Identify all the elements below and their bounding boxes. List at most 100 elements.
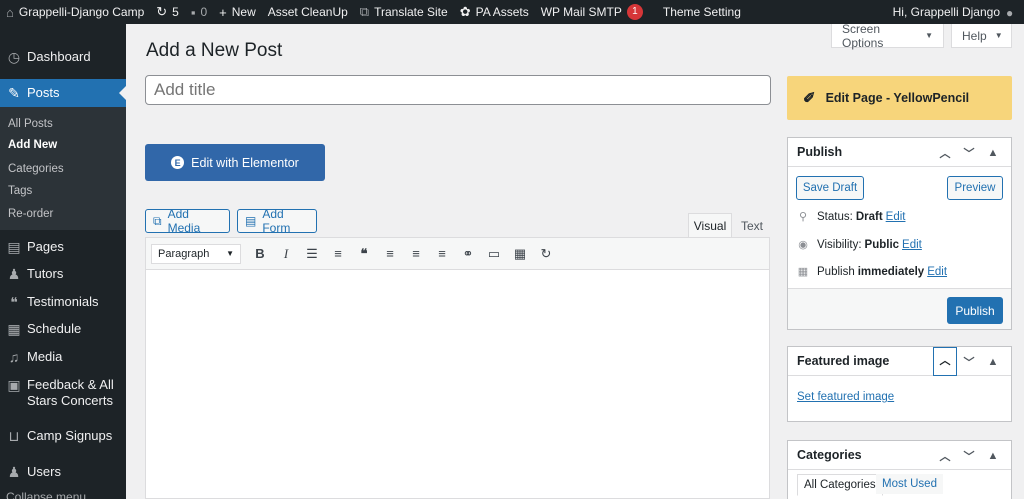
posts-submenu: All Posts Add New Categories Tags Re-ord… — [0, 107, 126, 230]
move-down-icon[interactable]: ﹀ — [957, 354, 981, 370]
new-content-link[interactable]: + New — [213, 0, 262, 24]
align-center-icon[interactable]: ≡ — [403, 246, 429, 261]
pin-icon: ⚲ — [798, 211, 808, 223]
help-button[interactable]: Help ▼ — [951, 24, 1012, 48]
link-icon[interactable]: ⚭ — [455, 246, 481, 262]
menu-dashboard[interactable]: ◷ Dashboard — [0, 49, 126, 65]
align-left-icon[interactable]: ≡ — [377, 246, 403, 261]
quote-icon: ❝ — [10, 294, 18, 310]
user-avatar-icon: ● — [1006, 6, 1014, 20]
menu-posts[interactable]: ✎ Posts — [0, 79, 126, 107]
preview-button[interactable]: Preview — [947, 176, 1003, 200]
form-icon: ▤ — [245, 214, 257, 228]
move-up-icon[interactable]: ︿ — [933, 145, 957, 161]
pa-assets-icon: ✿ — [459, 4, 471, 19]
calendar-icon: ▦ — [7, 321, 21, 337]
bold-icon[interactable]: B — [247, 246, 273, 261]
yellowpencil-button[interactable]: ✐ Edit Page - YellowPencil — [787, 76, 1012, 120]
screen-options-button[interactable]: Screen Options ▼ — [831, 22, 944, 50]
post-title-input[interactable] — [145, 75, 771, 105]
toolbar-toggle-icon[interactable]: ▦ — [507, 246, 533, 262]
menu-schedule[interactable]: ▦ Schedule — [0, 321, 126, 337]
page-title: Add a New Post — [146, 40, 283, 61]
submenu-re-order[interactable]: Re-order — [8, 208, 53, 220]
move-down-icon[interactable]: ﹀ — [957, 448, 981, 464]
admin-bar: ⌂ Grappelli-Django Camp ↻ 5 ▪ 0 + New Asset … — [0, 0, 1024, 24]
caret-down-icon: ▼ — [226, 249, 234, 258]
submenu-tags[interactable]: Tags — [8, 185, 32, 197]
toggle-panel-icon[interactable]: ▲ — [981, 450, 1005, 462]
align-right-icon[interactable]: ≡ — [429, 246, 455, 261]
tab-visual[interactable]: Visual — [688, 213, 732, 238]
home-icon: ⌂ — [6, 4, 14, 20]
publish-box: Publish ︿ ﹀ ▲ Save Draft Preview ⚲ Status… — [787, 137, 1012, 330]
feedback-icon: ▣ — [7, 377, 21, 393]
edit-with-elementor-button[interactable]: E Edit with Elementor — [145, 144, 325, 181]
edit-status-link[interactable]: Edit — [886, 211, 906, 223]
add-media-button[interactable]: ⧉ Add Media — [145, 207, 230, 235]
dashboard-icon: ◷ — [7, 49, 21, 65]
tab-text[interactable]: Text — [734, 213, 770, 238]
brush-icon: ✐ — [803, 90, 816, 107]
cart-icon: ⊔ — [8, 428, 20, 444]
toggle-panel-icon[interactable]: ▲ — [981, 356, 1005, 368]
save-draft-button[interactable]: Save Draft — [796, 176, 864, 200]
add-form-button[interactable]: ▤ Add Form — [237, 207, 317, 235]
menu-feedback[interactable]: ▣ Feedback & All Stars Concerts — [0, 377, 126, 409]
read-more-icon[interactable]: ▭ — [481, 246, 507, 262]
submenu-categories[interactable]: Categories — [8, 163, 64, 175]
numbered-list-icon[interactable]: ≡ — [325, 246, 351, 261]
editor-toolbar: Paragraph ▼ B I ☰ ≡ ❝ ≡ ≡ ≡ ⚭ ▭ ▦ ↻ — [145, 237, 770, 270]
edit-publish-time-link[interactable]: Edit — [927, 266, 947, 278]
edit-visibility-link[interactable]: Edit — [902, 239, 922, 251]
categories-box: Categories ︿ ﹀ ▲ All Categories Most Use… — [787, 440, 1012, 499]
editor-content-area[interactable] — [145, 269, 770, 499]
publish-time-row: ▦ Publish immediately Edit — [797, 265, 948, 279]
tab-most-used[interactable]: Most Used — [876, 474, 943, 494]
visibility-row: ◉ Visibility: Public Edit — [796, 238, 922, 252]
status-row: ⚲ Status: Draft Edit — [796, 210, 906, 224]
menu-pages[interactable]: ▤ Pages — [0, 239, 126, 255]
refresh-icon: ↻ — [156, 4, 168, 19]
pin-icon: ✎ — [8, 85, 20, 101]
categories-header: Categories ︿ ﹀ ▲ — [788, 441, 1011, 470]
pa-assets-link[interactable]: ✿ PA Assets — [454, 0, 535, 24]
italic-icon[interactable]: I — [273, 246, 299, 262]
tab-all-categories[interactable]: All Categories — [797, 474, 883, 496]
translate-site-link[interactable]: ⧉ Translate Site — [354, 0, 454, 24]
submenu-all-posts[interactable]: All Posts — [8, 118, 53, 130]
refresh-icon[interactable]: ↻ — [533, 246, 559, 262]
move-up-icon[interactable]: ︿ — [933, 347, 957, 376]
toggle-panel-icon[interactable]: ▲ — [981, 147, 1005, 159]
media-icon: ⧉ — [153, 213, 162, 228]
publish-box-header: Publish ︿ ﹀ ▲ — [788, 138, 1011, 167]
format-select[interactable]: Paragraph ▼ — [151, 243, 241, 264]
theme-setting-link[interactable]: Theme Setting — [657, 0, 747, 24]
submenu-add-new[interactable]: Add New — [8, 139, 57, 151]
bullet-list-icon[interactable]: ☰ — [299, 246, 325, 262]
caret-down-icon: ▼ — [994, 31, 1003, 40]
translate-icon: ⧉ — [359, 4, 370, 19]
my-account-link[interactable]: Hi, Grappelli Django ● — [887, 0, 1024, 24]
comments-link[interactable]: ▪ 0 — [185, 0, 213, 24]
updates-link[interactable]: ↻ 5 — [150, 0, 185, 24]
media-icon: ♫ — [8, 349, 20, 365]
menu-camp-signups[interactable]: ⊔ Camp Signups — [0, 428, 126, 444]
publish-button[interactable]: Publish — [947, 297, 1003, 324]
move-down-icon[interactable]: ﹀ — [957, 145, 981, 161]
blockquote-icon[interactable]: ❝ — [351, 246, 377, 262]
menu-users[interactable]: ♟ Users — [0, 464, 126, 480]
asset-cleanup-link[interactable]: Asset CleanUp — [262, 0, 354, 24]
comment-icon: ▪ — [190, 4, 196, 20]
set-featured-image-link[interactable]: Set featured image — [797, 391, 894, 403]
users-icon: ♟ — [7, 464, 21, 480]
site-name-link[interactable]: ⌂ Grappelli-Django Camp — [0, 0, 150, 24]
menu-media[interactable]: ♫ Media — [0, 349, 126, 365]
menu-testimonials[interactable]: ❝ Testimonials — [0, 294, 126, 310]
move-up-icon[interactable]: ︿ — [933, 448, 957, 464]
wp-mail-smtp-link[interactable]: WP Mail SMTP 1 — [535, 0, 649, 24]
featured-image-box: Featured image ︿ ﹀ ▲ Set featured image — [787, 346, 1012, 422]
menu-tutors[interactable]: ♟ Tutors — [0, 266, 126, 282]
collapse-menu-button[interactable]: Collapse menu — [6, 490, 86, 499]
publish-actions: Publish — [788, 288, 1011, 329]
